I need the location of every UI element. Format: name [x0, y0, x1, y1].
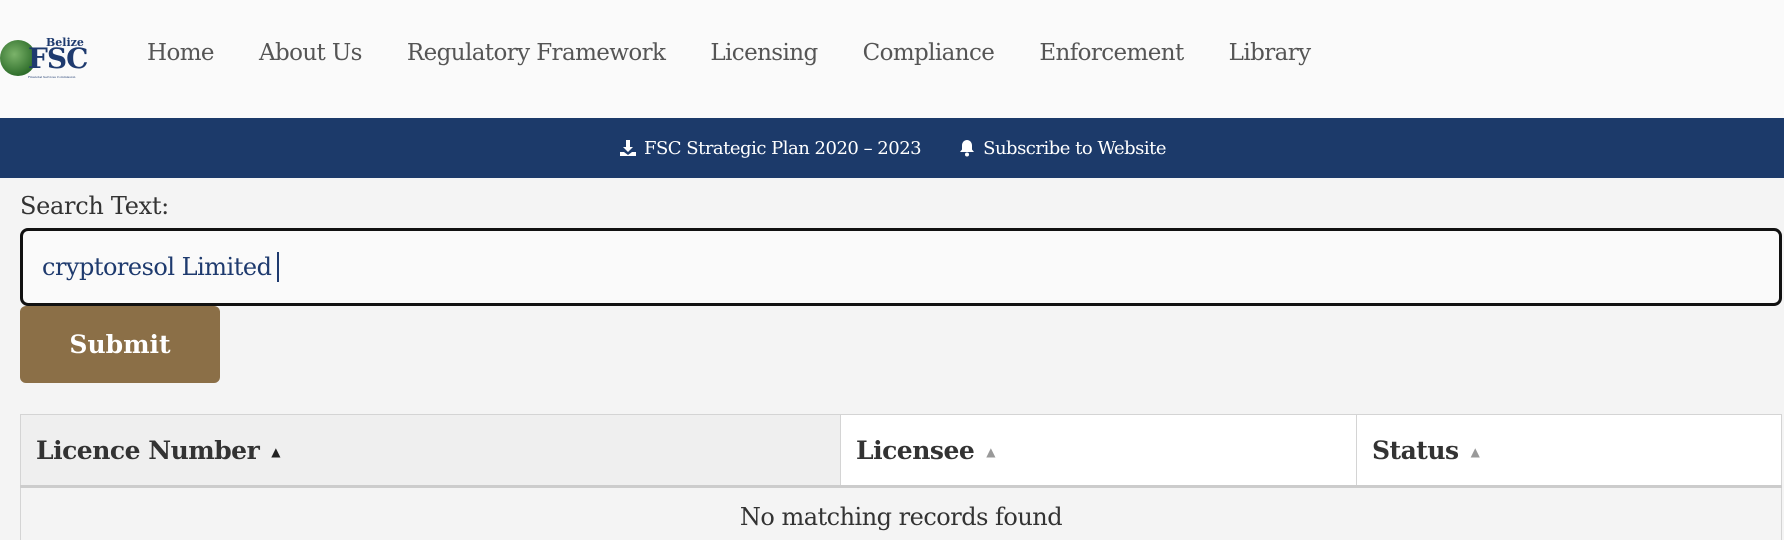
sort-asc-icon: ▲ [271, 445, 280, 459]
nav-compliance[interactable]: Compliance [863, 40, 995, 66]
nav-home[interactable]: Home [147, 40, 215, 66]
logo-tagline: Financial Services Commission [28, 75, 76, 79]
main-nav: Home About Us Regulatory Framework Licen… [147, 40, 1356, 66]
logo-main-text: FSC [28, 42, 88, 75]
site-header: Belize FSC Financial Services Commission… [0, 0, 1784, 118]
search-input-value: cryptoresol Limited [42, 253, 272, 281]
sort-asc-icon: ▲ [1470, 445, 1480, 459]
search-input[interactable]: cryptoresol Limited [20, 228, 1782, 306]
column-label: Licence Number [36, 435, 260, 465]
column-header-licensee[interactable]: Licensee ▲ [840, 414, 1357, 488]
submit-button[interactable]: Submit [20, 306, 220, 383]
nav-licensing[interactable]: Licensing [710, 40, 818, 66]
search-label: Search Text: [20, 192, 169, 220]
column-header-licence-number[interactable]: Licence Number ▲ [20, 414, 841, 488]
text-caret [277, 252, 280, 282]
nav-enforcement[interactable]: Enforcement [1039, 40, 1184, 66]
column-header-status[interactable]: Status ▲ [1356, 414, 1782, 488]
nav-regulatory-framework[interactable]: Regulatory Framework [407, 40, 666, 66]
search-section: Search Text: cryptoresol Limited Submit … [0, 178, 1784, 540]
fsc-logo[interactable]: Belize FSC Financial Services Commission [0, 36, 88, 80]
empty-message: No matching records found [20, 486, 1782, 540]
strategic-plan-link[interactable]: FSC Strategic Plan 2020 – 2023 [618, 137, 922, 159]
table-header-row: Licence Number ▲ Licensee ▲ Status ▲ [20, 414, 1782, 488]
subscribe-label: Subscribe to Website [983, 137, 1167, 159]
bell-icon [960, 140, 975, 157]
announcement-bar: FSC Strategic Plan 2020 – 2023 Subscribe… [0, 118, 1784, 178]
sort-asc-icon: ▲ [986, 445, 995, 459]
results-table: Licence Number ▲ Licensee ▲ Status ▲ No mat… [20, 414, 1782, 540]
table-row: No matching records found [20, 486, 1782, 540]
column-label: Licensee [856, 435, 975, 465]
strategic-plan-label: FSC Strategic Plan 2020 – 2023 [643, 137, 922, 159]
subscribe-link[interactable]: Subscribe to Website [957, 137, 1167, 159]
nav-about-us[interactable]: About Us [259, 40, 363, 66]
nav-library[interactable]: Library [1229, 40, 1311, 66]
download-icon [619, 140, 636, 156]
column-label: Status [1372, 435, 1459, 465]
